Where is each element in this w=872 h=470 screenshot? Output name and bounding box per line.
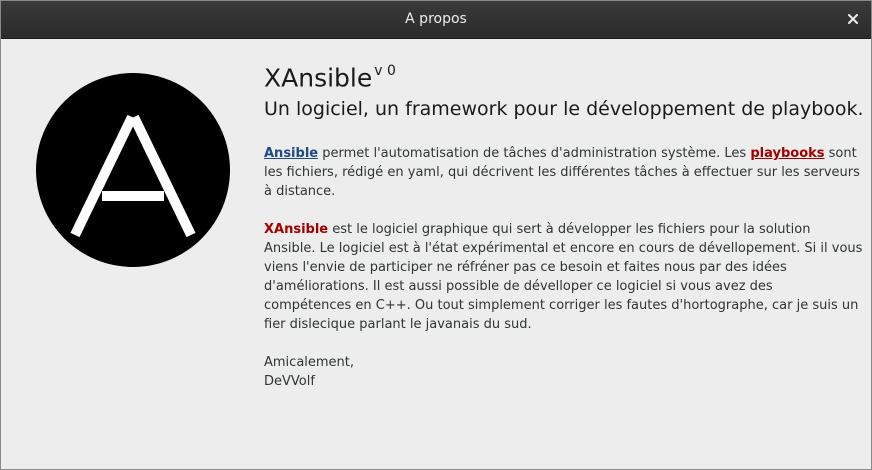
xansible-description-text: est le logiciel graphique qui sert à dév… (264, 222, 863, 333)
ansible-description-text-1: permet l'automatisation de tâches d'admi… (318, 146, 751, 162)
signature-author: DeVVolf (264, 374, 315, 390)
close-button[interactable] (843, 9, 863, 29)
close-icon (848, 14, 858, 24)
ansible-link[interactable]: Ansible (264, 146, 318, 161)
ansible-description: Ansible permet l'automatisation de tâche… (264, 144, 864, 201)
app-name-heading: XAnsible v 0 (264, 57, 864, 94)
signature-closing: Amicalement, (264, 355, 355, 371)
xansible-name: XAnsible (264, 222, 329, 238)
ansible-logo-icon (36, 73, 230, 267)
title-bar[interactable]: A propos (1, 1, 871, 39)
app-version: v 0 (374, 63, 396, 79)
about-dialog: A propos XAnsible v 0 Un logiciel, un fra… (0, 0, 872, 470)
playbooks-link[interactable]: playbooks (750, 146, 824, 161)
xansible-description: XAnsible est le logiciel graphique qui s… (264, 220, 864, 334)
signature: Amicalement, DeVVolf (264, 353, 864, 391)
window-title: A propos (405, 11, 467, 27)
app-tagline: Un logiciel, un framework pour le dévelo… (264, 98, 864, 121)
app-name: XAnsible (264, 63, 373, 93)
about-content: XAnsible v 0 Un logiciel, un framework po… (264, 57, 864, 391)
